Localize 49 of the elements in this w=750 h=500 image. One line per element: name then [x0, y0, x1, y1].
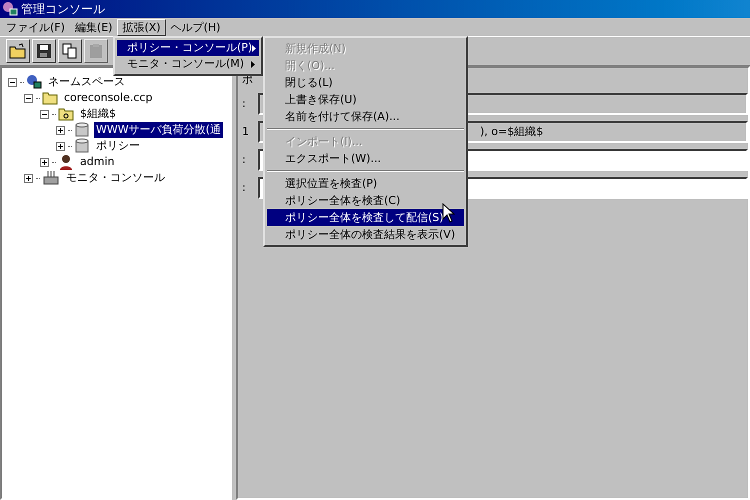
submenu-arrow-icon	[251, 60, 255, 68]
collapse-toggle[interactable]	[8, 78, 17, 86]
expand-toggle[interactable]	[24, 174, 33, 182]
menu-item[interactable]: 閉じる(L)	[267, 74, 464, 91]
tree-item[interactable]: ポリシー	[94, 138, 142, 154]
computer-icon	[42, 170, 60, 186]
field-label: :	[242, 180, 247, 196]
database-icon	[74, 138, 90, 154]
folder-icon	[9, 43, 27, 59]
toolbar-button[interactable]	[32, 39, 56, 63]
field-label: :	[242, 152, 247, 168]
menu-item[interactable]: 選択位置を検査(P)	[267, 175, 464, 192]
database-icon	[74, 122, 90, 138]
folder-icon	[42, 91, 58, 105]
menu-item[interactable]: エクスポート(W)...	[267, 150, 464, 167]
toolbar-button[interactable]	[58, 39, 82, 63]
expand-toggle[interactable]	[56, 126, 65, 134]
app-icon	[2, 1, 18, 17]
tree-item[interactable]: admin	[78, 154, 116, 170]
collapse-toggle[interactable]	[40, 110, 49, 118]
tree-item[interactable]: WWWサーバ負荷分散(通	[94, 122, 223, 138]
menu-item[interactable]: ポリシー全体を検査して配信(S)	[267, 209, 464, 226]
submenu-arrow-icon	[252, 44, 256, 52]
menu-bar-item[interactable]: ヘルプ(H)	[166, 18, 226, 36]
menu-item[interactable]: モニタ・コンソール(M)	[117, 56, 259, 72]
menu-bar-item[interactable]: 拡張(X)	[117, 18, 166, 36]
window-title: 管理コンソール	[21, 1, 105, 18]
tree-item[interactable]: ネームスペース	[46, 74, 127, 90]
menu-item[interactable]: ポリシー全体を検査(C)	[267, 192, 464, 209]
tree-item[interactable]: coreconsole.ccp	[62, 90, 154, 106]
expand-toggle[interactable]	[40, 158, 49, 166]
menu-item[interactable]: 上書き保存(U)	[267, 91, 464, 108]
field-label: 1	[242, 124, 250, 140]
tree-item[interactable]: $組織$	[78, 106, 118, 122]
tree-item[interactable]: モニタ・コンソール	[64, 170, 167, 186]
menu-bar-item[interactable]: 編集(E)	[70, 18, 118, 36]
collapse-toggle[interactable]	[24, 94, 33, 102]
globe-computer-icon	[26, 74, 42, 90]
toolbar-button[interactable]	[6, 39, 30, 63]
copy-icon	[62, 43, 78, 59]
person-icon	[58, 154, 74, 170]
menu-item[interactable]: ポリシー全体の検査結果を表示(V)	[267, 226, 464, 243]
expand-toggle[interactable]	[56, 142, 65, 150]
menu-bar-item[interactable]: ファイル(F)	[1, 18, 70, 36]
menu-item[interactable]: ポリシー・コンソール(P)	[117, 40, 259, 56]
mouse-pointer-icon	[442, 203, 455, 223]
clipboard-icon	[88, 43, 104, 59]
field-label: :	[242, 96, 247, 112]
folder-icon	[58, 107, 74, 121]
